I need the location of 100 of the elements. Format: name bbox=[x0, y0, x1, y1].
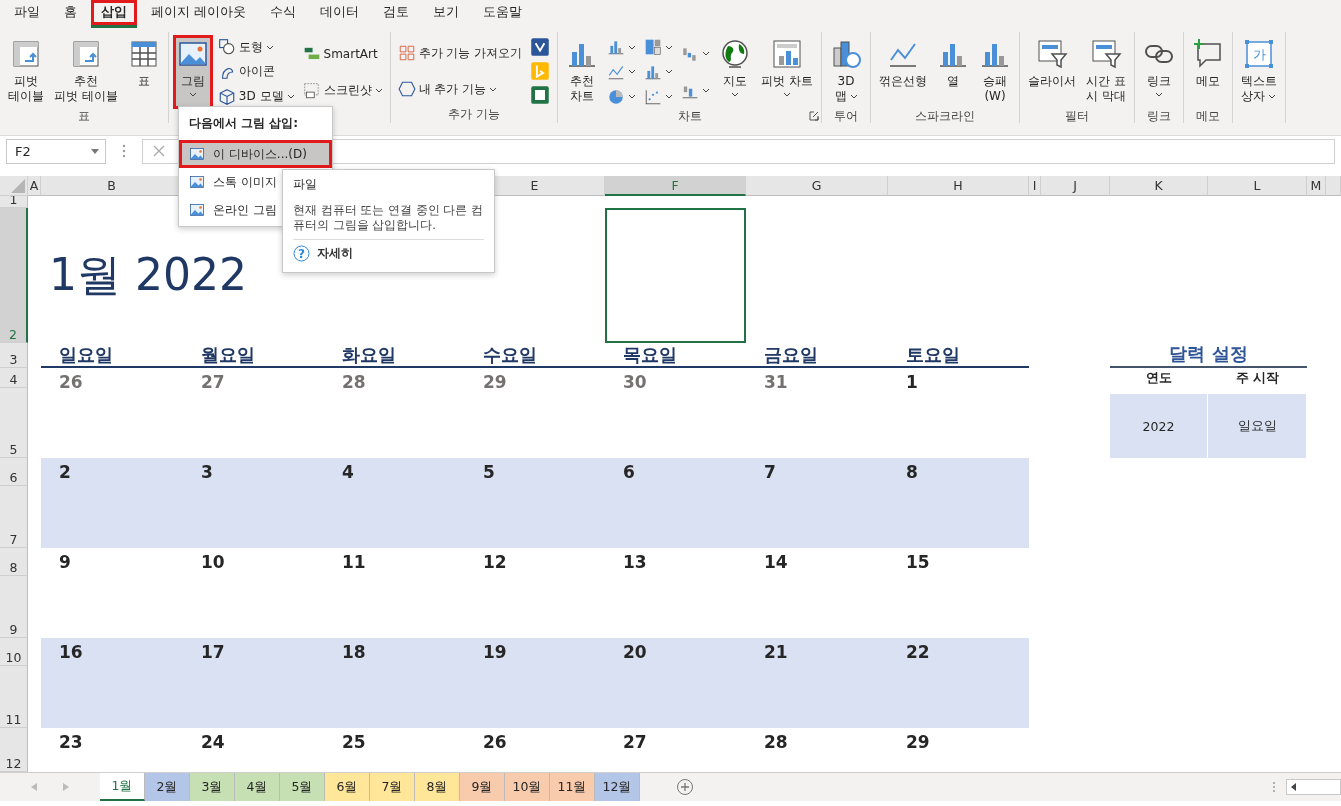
ribbon-button[interactable]: 추가 기능 가져오기 bbox=[394, 41, 526, 65]
ribbon-button[interactable]: SmartArt bbox=[299, 41, 386, 66]
ribbon-button[interactable]: 메모 bbox=[1187, 35, 1228, 109]
sheet-tab[interactable]: 9월 bbox=[460, 773, 505, 801]
menu-tab[interactable]: 파일 bbox=[4, 0, 50, 28]
weekday-header: 금요일 bbox=[763, 343, 818, 367]
add-sheet-icon[interactable] bbox=[676, 778, 694, 796]
column-header[interactable]: K bbox=[1110, 176, 1208, 196]
sheet-tab[interactable]: 6월 bbox=[325, 773, 370, 801]
pie-chart-icon bbox=[607, 87, 626, 106]
help-link[interactable]: ? 자세히 bbox=[293, 245, 353, 262]
date-number: 13 bbox=[623, 552, 647, 572]
app-tile-icon bbox=[530, 61, 551, 81]
ribbon-button[interactable]: 내 추가 기능 bbox=[394, 77, 526, 101]
pivot-table-icon bbox=[10, 38, 42, 70]
date-number: 20 bbox=[623, 642, 647, 662]
row-header[interactable]: 9 bbox=[0, 576, 28, 638]
sheet-tab[interactable]: 1월 bbox=[100, 773, 145, 801]
ribbon-button[interactable]: 스크린샷 bbox=[299, 78, 386, 103]
date-number: 8 bbox=[906, 462, 918, 482]
ribbon-button[interactable]: 열 bbox=[933, 35, 973, 109]
menu-tab[interactable]: 검토 bbox=[373, 0, 419, 28]
row-header[interactable]: 12 bbox=[0, 728, 28, 772]
menu-tab[interactable]: 페이지 레이아웃 bbox=[141, 0, 256, 28]
tooltip-title: 파일 bbox=[293, 176, 318, 193]
ribbon-button[interactable]: 3D 모델 bbox=[214, 84, 298, 109]
settings-title: 달력 설정 bbox=[1110, 342, 1307, 368]
ribbon-button[interactable]: 그림 bbox=[172, 35, 213, 109]
sheet-tab[interactable]: 10월 bbox=[505, 773, 550, 801]
selected-cell[interactable] bbox=[605, 208, 746, 343]
date-number: 19 bbox=[483, 642, 507, 662]
sheet-tab[interactable]: 3월 bbox=[190, 773, 235, 801]
date-number: 31 bbox=[764, 372, 788, 392]
drag-handle-icon[interactable] bbox=[1272, 781, 1276, 793]
menu-tab[interactable]: 도움말 bbox=[473, 0, 532, 28]
ribbon-button[interactable]: 추천 피벗 테이블 bbox=[50, 35, 122, 109]
horizontal-scrollbar[interactable] bbox=[1286, 779, 1341, 795]
row-header[interactable]: 2 bbox=[0, 208, 28, 343]
ribbon-button[interactable]: 추천 차트 bbox=[562, 35, 603, 109]
name-box[interactable]: F2 bbox=[6, 138, 106, 164]
sheet-tab[interactable]: 4월 bbox=[235, 773, 280, 801]
ribbon-button[interactable]: 링크 bbox=[1138, 35, 1179, 109]
column-header[interactable]: L bbox=[1208, 176, 1307, 196]
sheet-tab[interactable]: 7월 bbox=[370, 773, 415, 801]
ribbon-button[interactable]: 도형 bbox=[214, 35, 298, 60]
ribbon-button[interactable]: 피벗 차트 bbox=[757, 35, 817, 109]
sheet-tab[interactable]: 8월 bbox=[415, 773, 460, 801]
ribbon-button[interactable]: 꺾은선형 bbox=[875, 35, 931, 109]
row-header[interactable]: 3 bbox=[0, 343, 28, 368]
next-icon[interactable] bbox=[63, 783, 69, 791]
column-header[interactable]: G bbox=[746, 176, 888, 196]
settings-value-cell[interactable]: 2022 bbox=[1110, 394, 1207, 458]
menu-tab[interactable]: 수식 bbox=[260, 0, 306, 28]
ribbon-button[interactable]: 지도 bbox=[715, 35, 756, 109]
launcher-icon[interactable] bbox=[809, 111, 819, 121]
column-header[interactable]: A bbox=[28, 176, 41, 196]
close-icon[interactable] bbox=[153, 145, 165, 157]
sheet-tab[interactable]: 5월 bbox=[280, 773, 325, 801]
app-tile-icon bbox=[530, 85, 551, 105]
sheet-tab[interactable]: 12월 bbox=[595, 773, 640, 801]
date-number: 23 bbox=[59, 732, 83, 752]
menu-tab[interactable]: 데이터 bbox=[310, 0, 369, 28]
row-header[interactable]: 8 bbox=[0, 548, 28, 576]
date-number: 28 bbox=[342, 372, 366, 392]
column-header[interactable]: F bbox=[605, 176, 746, 196]
ribbon-button[interactable]: 가 텍스트 상자 bbox=[1236, 35, 1281, 109]
column-header[interactable]: J bbox=[1041, 176, 1110, 196]
camera-icon bbox=[302, 81, 321, 100]
row-header[interactable]: 4 bbox=[0, 368, 28, 388]
scroll-left-icon[interactable] bbox=[1291, 783, 1296, 791]
ribbon-button[interactable]: 피벗 테이블 bbox=[4, 35, 48, 109]
group-label: 추가 기능 bbox=[448, 107, 500, 121]
column-header[interactable]: I bbox=[1029, 176, 1041, 196]
ribbon-button[interactable]: 3D 맵 bbox=[826, 35, 866, 109]
menu-item[interactable]: 이 디바이스...(D) bbox=[179, 140, 332, 168]
weekday-header: 목요일 bbox=[622, 343, 677, 367]
drag-handle-icon[interactable] bbox=[122, 144, 126, 158]
menu-tab[interactable]: 홈 bbox=[54, 0, 87, 28]
previous-icon[interactable] bbox=[31, 783, 37, 791]
ribbon-button[interactable]: 아이콘 bbox=[214, 60, 298, 84]
ribbon-button[interactable]: 표 bbox=[123, 35, 164, 109]
ribbon-button[interactable]: 슬라이서 bbox=[1024, 35, 1080, 109]
date-number: 21 bbox=[764, 642, 788, 662]
select-all-button[interactable] bbox=[0, 176, 28, 196]
sheet-tab[interactable]: 2월 bbox=[145, 773, 190, 801]
menu-tab[interactable]: 보기 bbox=[423, 0, 469, 28]
column-header[interactable]: M bbox=[1307, 176, 1326, 196]
row-header[interactable]: 6 bbox=[0, 458, 28, 486]
row-header[interactable]: 11 bbox=[0, 666, 28, 728]
ribbon-button[interactable]: 승패 (W) bbox=[975, 35, 1015, 109]
ribbon-button[interactable]: 시간 표 시 막대 bbox=[1082, 35, 1130, 109]
row-header[interactable]: 7 bbox=[0, 486, 28, 548]
column-header[interactable]: H bbox=[888, 176, 1029, 196]
sheet-tab[interactable]: 11월 bbox=[550, 773, 595, 801]
squares-icon bbox=[397, 44, 416, 62]
settings-value-cell[interactable]: 일요일 bbox=[1208, 394, 1306, 458]
bar-chart-icon bbox=[607, 38, 626, 57]
row-header[interactable]: 5 bbox=[0, 388, 28, 458]
row-header[interactable]: 10 bbox=[0, 638, 28, 666]
menu-tab[interactable]: 삽입 bbox=[91, 0, 137, 28]
